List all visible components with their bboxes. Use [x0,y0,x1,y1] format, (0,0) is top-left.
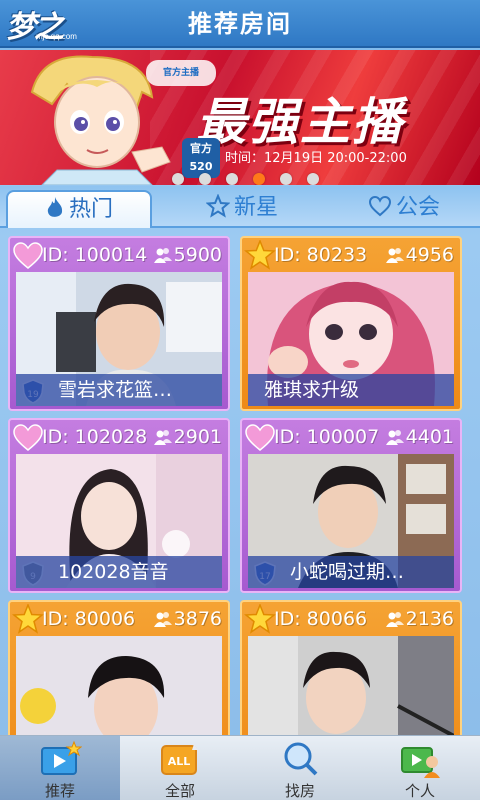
room-title: 小蛇喝过期… [248,556,454,588]
nav-recommend[interactable]: 推荐 [0,736,120,800]
tab-new-star[interactable]: 新星 [190,190,294,228]
viewer-count: 4956 [385,244,454,266]
viewer-count-value: 2136 [405,608,454,630]
page-title: 推荐房间 [188,10,292,38]
viewer-count: 2901 [153,426,222,448]
banner-headline: 最强主播 [196,93,404,151]
viewer-count: 2136 [385,608,454,630]
room-card[interactable]: ID: 100014 5900 19 雪岩求花篮… [8,236,230,411]
heart-badge-icon [13,424,43,451]
heart-badge-icon [13,242,43,269]
person-icon [401,747,440,778]
nav-personal[interactable]: 个人 [360,736,480,800]
room-id: ID: 102028 [42,426,148,448]
tab-guild-label: 公会 [395,195,440,220]
bottom-nav: 推荐 ALL 全部 找房 个人 [0,735,480,800]
viewers-icon [385,612,404,627]
streamer-photo [16,636,222,735]
room-id: ID: 100007 [274,426,380,448]
promo-banner[interactable]: 官方主播 最强主播 官方 520 时间：12月19日 20:00-22:00 [0,50,480,185]
streamer-photo [248,636,454,735]
room-card[interactable]: ID: 80233 4956 雅琪求升级 [240,236,462,411]
pager-dot[interactable] [172,173,184,185]
heart-icon [368,195,391,217]
pager-dot[interactable] [226,173,238,185]
viewers-icon [385,248,404,263]
viewer-count: 5900 [153,244,222,266]
viewer-count-value: 5900 [173,244,222,266]
heart-badge-icon [245,424,275,451]
room-card[interactable]: ID: 100007 4401 17 小蛇喝过期… [240,418,462,593]
room-id: ID: 100014 [42,244,148,266]
room-title: 雅琪求升级 [248,374,454,406]
app-header: 梦之 mjc.qq.com 推荐房间 [0,0,480,48]
viewers-icon [153,612,172,627]
viewers-icon [153,248,172,263]
room-thumbnail[interactable] [16,636,222,735]
room-card[interactable]: ID: 80066 2136 [240,600,462,735]
tab-guild[interactable]: 公会 [352,190,456,228]
viewers-icon [153,430,172,445]
pager-dot[interactable] [253,173,265,185]
viewer-count-value: 4956 [405,244,454,266]
tab-hot[interactable]: 热门 [6,190,152,228]
star-icon [205,193,231,218]
viewer-count: 3876 [153,608,222,630]
pager-dot[interactable] [307,173,319,185]
room-title: 雪岩求花篮… [16,374,222,406]
official-badge-line1: 官方 [190,142,212,155]
star-badge-icon [12,604,44,634]
tab-hot-label: 热门 [68,197,113,222]
all-icon: ALL [161,744,198,775]
nav-recommend-label: 推荐 [44,782,75,800]
star-badge-icon [244,240,276,270]
room-id: ID: 80233 [274,244,368,266]
banner-time: 时间：12月19日 20:00-22:00 [225,151,407,166]
svg-text:ALL: ALL [168,755,191,768]
room-tabs: 热门 新星 公会 [0,186,480,228]
room-thumbnail[interactable] [248,636,454,735]
pager-dot[interactable] [199,173,211,185]
nav-all[interactable]: ALL 全部 [120,736,240,800]
room-title: 102028音音 [16,556,222,588]
search-icon [284,742,318,776]
viewer-count-value: 4401 [405,426,454,448]
flame-icon [47,197,63,217]
viewer-count: 4401 [385,426,454,448]
room-grid: ID: 100014 5900 19 雪岩求花篮… ID: 80233 4956 [0,230,480,735]
nav-personal-label: 个人 [404,782,435,800]
tab-new-star-label: 新星 [233,195,278,220]
star-badge-icon [244,604,276,634]
room-card[interactable]: ID: 80006 3876 [8,600,230,735]
viewer-count-value: 2901 [173,426,222,448]
recommend-icon [41,740,82,775]
pager-dot[interactable] [280,173,292,185]
viewers-icon [385,430,404,445]
nav-all-label: 全部 [164,782,195,800]
room-id: ID: 80006 [42,608,136,630]
room-id: ID: 80066 [274,608,368,630]
nav-find-room-label: 找房 [284,782,315,800]
nav-find-room[interactable]: 找房 [240,736,360,800]
banner-pager-dots [172,170,334,185]
viewer-count-value: 3876 [173,608,222,630]
room-card[interactable]: ID: 102028 2901 9 102028音音 [8,418,230,593]
